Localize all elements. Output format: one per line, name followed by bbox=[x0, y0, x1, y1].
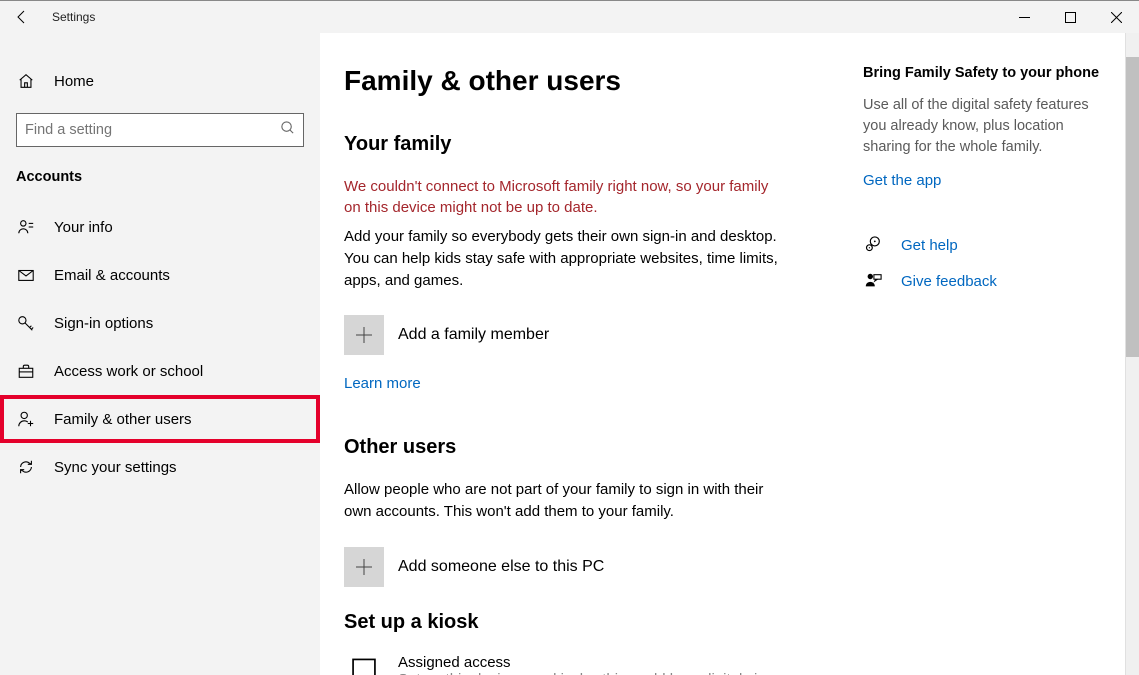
nav-item-label: Email & accounts bbox=[54, 267, 170, 284]
give-feedback-link[interactable]: Give feedback bbox=[863, 271, 1113, 291]
nav-your-info[interactable]: Your info bbox=[0, 203, 320, 251]
nav-item-label: Your info bbox=[54, 219, 113, 236]
app-title: Settings bbox=[52, 10, 95, 24]
nav-home-label: Home bbox=[54, 73, 94, 90]
add-family-label: Add a family member bbox=[398, 326, 549, 344]
sidebar: Home Accounts Your info Email & accounts bbox=[0, 33, 320, 675]
assigned-access-button[interactable]: Assigned access Set up this device as a … bbox=[344, 654, 823, 675]
key-icon bbox=[16, 313, 36, 333]
family-error-text: We couldn't connect to Microsoft family … bbox=[344, 176, 784, 218]
right-pane: Bring Family Safety to your phone Use al… bbox=[863, 33, 1125, 675]
nav-item-label: Sync your settings bbox=[54, 459, 177, 476]
nav-home[interactable]: Home bbox=[0, 57, 320, 105]
get-help-label: Get help bbox=[901, 237, 958, 254]
other-users-desc: Allow people who are not part of your fa… bbox=[344, 479, 784, 523]
maximize-button[interactable] bbox=[1047, 1, 1093, 33]
kiosk-icon bbox=[344, 654, 384, 675]
your-family-heading: Your family bbox=[344, 133, 823, 156]
learn-more-link[interactable]: Learn more bbox=[344, 375, 421, 392]
other-users-heading: Other users bbox=[344, 436, 823, 459]
give-feedback-label: Give feedback bbox=[901, 273, 997, 290]
back-button[interactable] bbox=[0, 1, 44, 33]
your-info-icon bbox=[16, 217, 36, 237]
nav-sync-settings[interactable]: Sync your settings bbox=[0, 443, 320, 491]
nav-sign-in-options[interactable]: Sign-in options bbox=[0, 299, 320, 347]
search-box[interactable] bbox=[16, 113, 304, 147]
family-safety-heading: Bring Family Safety to your phone bbox=[863, 65, 1113, 81]
category-label: Accounts bbox=[0, 165, 320, 203]
help-icon bbox=[863, 235, 883, 255]
mail-icon bbox=[16, 265, 36, 285]
add-other-label: Add someone else to this PC bbox=[398, 558, 604, 576]
nav-item-label: Sign-in options bbox=[54, 315, 153, 332]
nav-item-label: Family & other users bbox=[54, 411, 192, 428]
get-help-link[interactable]: Get help bbox=[863, 235, 1113, 255]
plus-icon bbox=[344, 547, 384, 587]
person-add-icon bbox=[16, 409, 36, 429]
kiosk-heading: Set up a kiosk bbox=[344, 611, 823, 634]
add-family-member-button[interactable]: Add a family member bbox=[344, 315, 823, 355]
nav-email-accounts[interactable]: Email & accounts bbox=[0, 251, 320, 299]
minimize-button[interactable] bbox=[1001, 1, 1047, 33]
get-app-link[interactable]: Get the app bbox=[863, 172, 941, 189]
kiosk-item-title: Assigned access bbox=[398, 654, 778, 671]
scrollbar[interactable] bbox=[1125, 33, 1139, 675]
nav-item-label: Access work or school bbox=[54, 363, 203, 380]
search-icon bbox=[280, 120, 295, 140]
briefcase-icon bbox=[16, 361, 36, 381]
home-icon bbox=[16, 71, 36, 91]
search-input[interactable] bbox=[25, 122, 280, 138]
page-title: Family & other users bbox=[344, 65, 823, 97]
close-button[interactable] bbox=[1093, 1, 1139, 33]
feedback-icon bbox=[863, 271, 883, 291]
family-safety-body: Use all of the digital safety features y… bbox=[863, 95, 1113, 158]
nav-family-other-users[interactable]: Family & other users bbox=[0, 395, 320, 443]
plus-icon bbox=[344, 315, 384, 355]
titlebar: Settings bbox=[0, 1, 1139, 33]
family-desc: Add your family so everybody gets their … bbox=[344, 226, 784, 291]
scrollbar-thumb[interactable] bbox=[1126, 57, 1139, 357]
main-content: Family & other users Your family We coul… bbox=[320, 33, 863, 675]
sync-icon bbox=[16, 457, 36, 477]
add-other-user-button[interactable]: Add someone else to this PC bbox=[344, 547, 823, 587]
kiosk-item-subtitle: Set up this device as a kiosk—this could… bbox=[398, 671, 778, 675]
nav-access-work[interactable]: Access work or school bbox=[0, 347, 320, 395]
